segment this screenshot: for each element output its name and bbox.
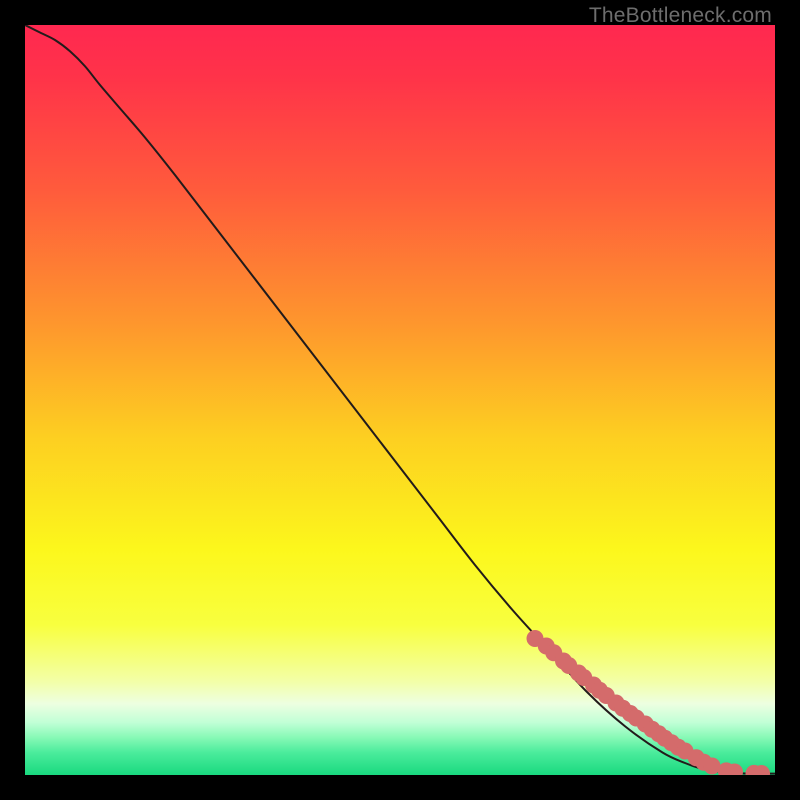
curve-layer (25, 25, 775, 775)
chart-frame: TheBottleneck.com (0, 0, 800, 800)
points-group (527, 630, 771, 775)
watermark-label: TheBottleneck.com (589, 4, 772, 28)
plot-area (25, 25, 775, 775)
bottleneck-curve (25, 25, 775, 774)
